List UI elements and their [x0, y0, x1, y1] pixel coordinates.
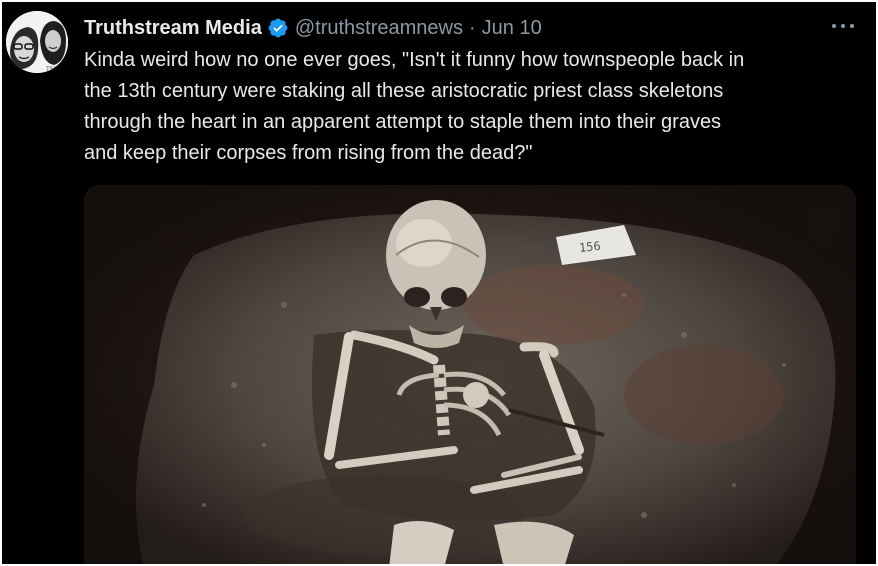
marker-label: 156: [578, 239, 601, 255]
user-handle[interactable]: @truthstreamnews: [295, 17, 463, 40]
tweet-date[interactable]: Jun 10: [482, 17, 542, 40]
verified-badge-icon: [267, 17, 289, 39]
tweet-header: Truthstream Media @truthstreamnews · Jun…: [84, 14, 542, 42]
header-separator: ·: [468, 16, 476, 39]
avatar[interactable]: TSN: [6, 11, 68, 73]
avatar-image: TSN: [6, 11, 68, 73]
tweet-media-image[interactable]: 156: [84, 185, 856, 564]
display-name[interactable]: Truthstream Media: [84, 17, 262, 40]
tweet-text: Kinda weird how no one ever goes, "Isn't…: [84, 49, 745, 164]
tweet-card: TSN Truthstream Media @truthstreamnews ·…: [0, 0, 878, 566]
skeleton-photo: 156: [84, 185, 856, 564]
more-options-icon[interactable]: [832, 16, 854, 36]
avatar-badge-text: TSN: [45, 66, 58, 73]
